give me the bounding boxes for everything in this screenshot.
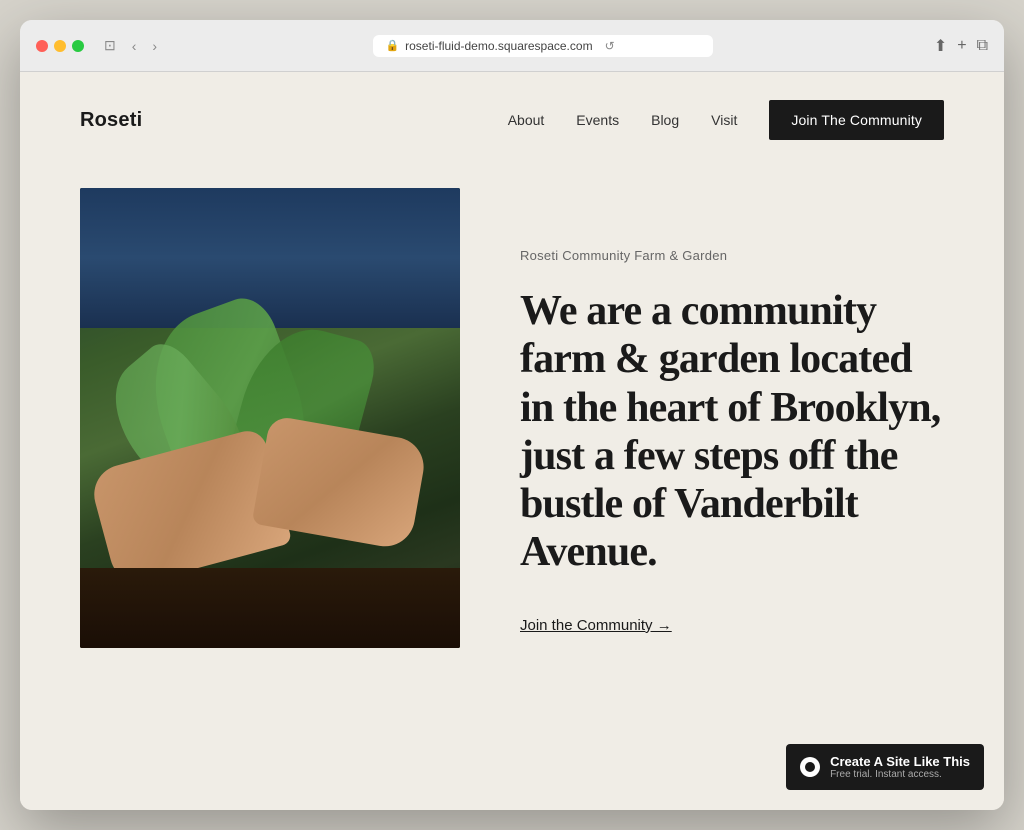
traffic-light-minimize[interactable] (54, 40, 66, 52)
main-content: Roseti Community Farm & Garden We are a … (20, 168, 1004, 810)
browser-chrome: ⊡ ‹ › 🔒 roseti-fluid-demo.squarespace.co… (20, 20, 1004, 72)
hero-cta-button[interactable]: Join the Community → (520, 617, 672, 634)
site-logo[interactable]: Roseti (80, 109, 142, 132)
traffic-light-close[interactable] (36, 40, 48, 52)
hero-text: Roseti Community Farm & Garden We are a … (520, 188, 944, 635)
hero-image (80, 188, 460, 648)
browser-controls: ⊡ ‹ › (100, 35, 161, 56)
nav-about[interactable]: About (508, 112, 545, 128)
hero-image-placeholder (80, 188, 460, 648)
badge-subtitle: Free trial. Instant access. (830, 769, 970, 780)
nav-blog[interactable]: Blog (651, 112, 679, 128)
new-tab-btn[interactable]: + (957, 36, 966, 56)
badge-title: Create A Site Like This (830, 754, 970, 769)
share-btn[interactable]: ⬆ (934, 36, 947, 56)
website-content: Roseti About Events Blog Visit Join The … (20, 72, 1004, 810)
navigation: Roseti About Events Blog Visit Join The … (20, 72, 1004, 168)
squarespace-badge[interactable]: Create A Site Like This Free trial. Inst… (786, 744, 984, 790)
browser-back-btn[interactable]: ‹ (128, 35, 141, 56)
nav-visit[interactable]: Visit (711, 112, 737, 128)
browser-sidebar-btn[interactable]: ⊡ (100, 35, 120, 56)
hero-heading: We are a community farm & garden located… (520, 287, 944, 577)
hero-subtitle: Roseti Community Farm & Garden (520, 248, 944, 263)
join-community-button[interactable]: Join The Community (769, 100, 944, 140)
tabs-btn[interactable]: ⧉ (977, 36, 988, 56)
address-bar-inner[interactable]: 🔒 roseti-fluid-demo.squarespace.com ↺ (373, 35, 713, 57)
browser-forward-btn[interactable]: › (148, 35, 161, 56)
nav-events[interactable]: Events (576, 112, 619, 128)
jeans-visual (80, 188, 460, 328)
squarespace-logo-icon (800, 757, 820, 777)
soil-visual (80, 568, 460, 648)
badge-text: Create A Site Like This Free trial. Inst… (830, 754, 970, 780)
traffic-lights (36, 40, 84, 52)
url-text: roseti-fluid-demo.squarespace.com (405, 39, 592, 53)
browser-window: ⊡ ‹ › 🔒 roseti-fluid-demo.squarespace.co… (20, 20, 1004, 810)
reload-icon[interactable]: ↺ (605, 39, 615, 53)
address-bar: 🔒 roseti-fluid-demo.squarespace.com ↺ (173, 35, 914, 57)
browser-actions: ⬆ + ⧉ (934, 36, 988, 56)
nav-links: About Events Blog Visit Join The Communi… (508, 100, 944, 140)
traffic-light-fullscreen[interactable] (72, 40, 84, 52)
lock-icon: 🔒 (385, 39, 399, 52)
squarespace-logo-inner (805, 762, 815, 772)
